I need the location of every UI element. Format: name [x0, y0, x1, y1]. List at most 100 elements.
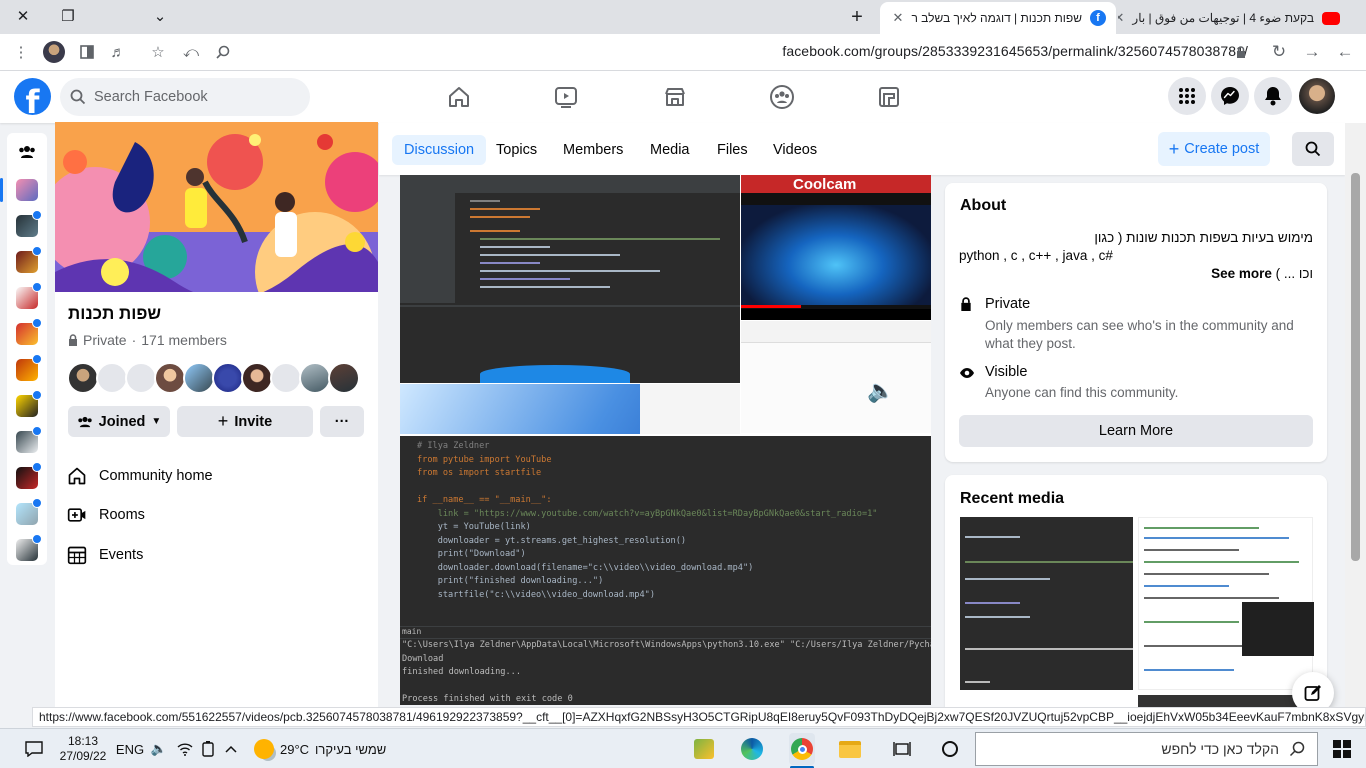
forward-arrow-icon[interactable]: ← [1334, 41, 1356, 63]
rail-group-item[interactable] [16, 318, 42, 345]
groups-feed-icon[interactable] [16, 141, 38, 163]
menu-dots-icon[interactable]: ⋮ [10, 41, 32, 63]
member-avatar[interactable] [154, 362, 186, 394]
profile-avatar[interactable] [43, 41, 65, 63]
zoom-icon[interactable] [212, 41, 234, 63]
weather-widget[interactable]: 29°C שמשי בעיקרו [254, 737, 414, 761]
rail-group-item[interactable] [16, 426, 42, 453]
member-avatar[interactable] [67, 362, 99, 394]
see-more-link[interactable]: See more [1211, 266, 1272, 281]
create-post-button[interactable]: + Create post [1158, 132, 1270, 166]
notifications-bell-icon[interactable] [1254, 77, 1292, 115]
groups-nav-icon[interactable] [767, 82, 797, 112]
rail-group-item[interactable] [16, 462, 42, 489]
member-avatar[interactable] [270, 362, 302, 394]
wifi-icon[interactable] [174, 737, 196, 761]
tab-discussion[interactable]: Discussion [392, 135, 487, 165]
member-avatar[interactable] [328, 362, 360, 394]
rail-group-item[interactable] [16, 179, 38, 201]
favorite-star-icon[interactable]: ☆ [147, 41, 169, 63]
task-view-icon[interactable] [890, 737, 914, 761]
rail-group-item[interactable] [16, 498, 42, 525]
media-thumb-ide[interactable] [400, 175, 740, 383]
plus-icon: + [217, 411, 229, 431]
notification-center-icon[interactable] [22, 737, 46, 761]
code-editor[interactable]: # Ilya Zeldner from pytube import YouTube… [400, 436, 931, 626]
console-output: "C:\Users\Ilya Zeldner\AppData\Local\Mic… [400, 639, 931, 705]
rail-group-item[interactable] [16, 210, 42, 237]
edge-browser-icon[interactable] [740, 737, 764, 761]
more-options-button[interactable]: ··· [320, 406, 364, 437]
group-search-button[interactable] [1292, 132, 1334, 166]
menu-grid-icon[interactable] [1168, 77, 1206, 115]
search-input[interactable]: Search Facebook [60, 78, 310, 116]
rail-group-item[interactable] [16, 282, 42, 309]
cortana-icon[interactable] [938, 737, 962, 761]
member-avatar[interactable] [183, 362, 215, 394]
media-thumb-explorer[interactable]: 🔈 [741, 321, 931, 433]
member-avatar[interactable] [241, 362, 273, 394]
show-hidden-icons-icon[interactable] [222, 737, 240, 761]
home-nav-icon[interactable] [444, 82, 474, 112]
clock[interactable]: 18:13 27/09/22 [60, 732, 107, 766]
speaker-icon: 🔈 [867, 378, 895, 403]
tab-files[interactable]: Files [705, 135, 760, 165]
tab-media[interactable]: Media [638, 135, 702, 165]
recent-media-thumb[interactable] [1138, 517, 1314, 690]
volume-icon[interactable]: 🔈 [150, 737, 168, 761]
close-window-button[interactable]: ✕ [0, 0, 46, 32]
battery-icon[interactable] [198, 737, 218, 761]
media-thumb-video[interactable]: Coolcam [741, 175, 931, 320]
tab-videos[interactable]: Videos [761, 135, 829, 165]
file-explorer-icon[interactable] [838, 737, 862, 761]
marketplace-nav-icon[interactable] [660, 82, 690, 112]
learn-more-button[interactable]: Learn More [959, 415, 1313, 447]
close-tab-icon[interactable]: ✕ [893, 10, 904, 26]
post-media[interactable]: Coolcam 🔈 # Ilya Zeldner from pytube impo… [400, 175, 931, 705]
input-language[interactable]: ENG [116, 737, 144, 761]
member-avatar[interactable] [96, 362, 128, 394]
facebook-logo-icon[interactable]: f [14, 78, 51, 115]
code-line: startfile("c:\\video\\video_download.mp4… [417, 589, 655, 600]
rail-group-item[interactable] [16, 246, 42, 273]
nav-rooms[interactable]: Rooms [67, 501, 145, 529]
member-avatar[interactable] [212, 362, 244, 394]
restore-window-button[interactable]: ❐ [45, 0, 91, 32]
back-arrow-icon[interactable]: → [1301, 41, 1323, 63]
chrome-browser-icon[interactable] [789, 733, 815, 765]
tab-list-button[interactable]: ⌄ [137, 0, 183, 32]
new-tab-button[interactable]: + [845, 6, 869, 28]
watch-nav-icon[interactable] [551, 82, 581, 112]
share-icon[interactable]: ⤺ [180, 41, 202, 63]
member-avatar[interactable] [125, 362, 157, 394]
windows-start-icon[interactable] [1330, 737, 1354, 761]
browser-tab[interactable]: בקעת ضوء 4 | توجيهات من فوق | بار ✕ [1118, 2, 1350, 34]
nav-events[interactable]: Events [67, 541, 143, 569]
recent-media-thumb[interactable] [960, 517, 1133, 690]
rail-group-item[interactable] [16, 390, 42, 417]
invite-button[interactable]: + Invite [177, 406, 313, 437]
rail-group-item[interactable] [16, 534, 42, 561]
member-avatar[interactable] [299, 362, 331, 394]
nav-community-home[interactable]: Community home [67, 462, 213, 490]
lock-icon[interactable] [1230, 41, 1252, 63]
windows-search-input[interactable]: הקלד כאן כדי לחפש [975, 732, 1318, 766]
reading-list-icon[interactable]: ♬ [107, 41, 129, 63]
scrollbar-thumb[interactable] [1351, 173, 1360, 561]
url-text[interactable]: facebook.com/groups/2853339231645653/per… [782, 43, 1248, 59]
tab-topics[interactable]: Topics [484, 135, 549, 165]
messenger-icon[interactable] [1211, 77, 1249, 115]
rail-group-item[interactable] [16, 354, 42, 381]
page-scrollbar[interactable] [1345, 123, 1366, 723]
group-members-count[interactable]: 171 members [141, 332, 227, 348]
browser-tab-active[interactable]: f שפות תכנות | דוגמה לאיך בשלב ר ✕ [880, 2, 1116, 34]
tab-members[interactable]: Members [551, 135, 635, 165]
app-icon-notes[interactable] [692, 737, 716, 761]
reload-icon[interactable]: ↻ [1268, 41, 1290, 63]
sidebar-icon[interactable] [76, 41, 98, 63]
gaming-nav-icon[interactable] [874, 82, 904, 112]
account-avatar[interactable] [1299, 78, 1335, 114]
joined-button[interactable]: Joined ▼ [68, 406, 170, 437]
close-tab-icon[interactable]: ✕ [1118, 10, 1124, 26]
group-name[interactable]: שפות תכנות [68, 304, 161, 324]
